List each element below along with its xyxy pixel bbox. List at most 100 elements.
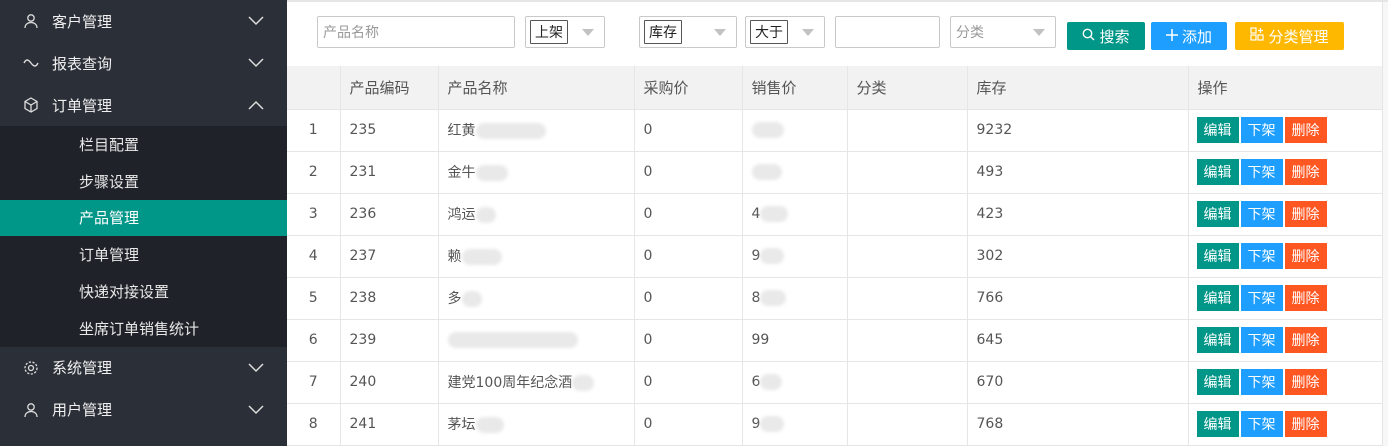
chevron-down-icon [247, 12, 265, 30]
menu-group-label: 客户管理 [52, 12, 113, 31]
edit-button[interactable]: 编辑 [1196, 201, 1239, 227]
user-icon [22, 401, 40, 419]
cell-purchase-price: 0 [634, 109, 743, 152]
edit-button[interactable]: 编辑 [1196, 117, 1239, 143]
cell-actions: 编辑 下架 删除 [1188, 319, 1383, 362]
cell-category [847, 403, 968, 446]
stock-field-select[interactable]: 库存 [639, 16, 737, 48]
sidebar-item-product-management[interactable]: 产品管理 [0, 199, 287, 237]
cell-index-text: 8 [308, 416, 318, 432]
redacted-blur [475, 417, 504, 433]
take-down-button[interactable]: 下架 [1240, 285, 1283, 311]
stock-field-value: 库存 [644, 20, 682, 44]
cell-index: 4 [287, 235, 341, 278]
menu-group-customer[interactable]: 客户管理 [0, 0, 287, 42]
cell-index: 7 [287, 361, 341, 404]
category-manage-button[interactable]: 分类管理 [1235, 22, 1344, 50]
menu-group-orders[interactable]: 订单管理 [0, 84, 287, 126]
category-select[interactable]: 分类 [950, 16, 1056, 48]
caret-down-icon [582, 29, 594, 36]
redacted-blur [475, 123, 546, 139]
cell-code-text: 238 [349, 290, 377, 306]
product-name-input[interactable]: 产品名称 [317, 16, 515, 48]
cell-name: 赖 [438, 235, 635, 278]
search-button[interactable]: 搜索 [1067, 22, 1145, 50]
sidebar-item-column-config[interactable]: 栏目配置 [0, 126, 287, 163]
edit-button[interactable]: 编辑 [1196, 159, 1239, 185]
cell-name-text: 茅坛 [447, 417, 476, 433]
menu-group-label: 系统管理 [52, 359, 113, 378]
cell-stock: 768 [967, 403, 1189, 446]
cell-name-text: 多 [447, 291, 462, 307]
delete-button[interactable]: 删除 [1284, 411, 1327, 437]
cell-code: 231 [340, 151, 439, 194]
gear-icon [22, 359, 40, 377]
redacted-blur [751, 164, 782, 180]
sidebar: 客户管理 报表查询 订单管理 栏目配置 步骤设置 产品管理 订单管理 快递对接设… [0, 0, 287, 446]
cell-name-text: 鸿运 [447, 207, 476, 223]
cell-sale-price-text: 4 [751, 206, 761, 222]
caret-down-icon [1033, 29, 1045, 36]
edit-button[interactable]: 编辑 [1196, 411, 1239, 437]
cell-actions: 编辑 下架 删除 [1188, 235, 1383, 278]
stock-value-input[interactable] [835, 16, 940, 48]
sidebar-item-step-settings[interactable]: 步骤设置 [0, 163, 287, 200]
cell-actions: 编辑 下架 删除 [1188, 361, 1383, 404]
take-down-button[interactable]: 下架 [1240, 201, 1283, 227]
cell-sale-price-text: 99 [751, 332, 770, 348]
table-row: 5 238 多 0 8 766 编辑 下架 删除 [287, 277, 1383, 320]
delete-button[interactable]: 删除 [1284, 201, 1327, 227]
sidebar-item-express-settings[interactable]: 快递对接设置 [0, 273, 287, 310]
delete-button[interactable]: 删除 [1284, 243, 1327, 269]
scrollbar-strip[interactable] [1382, 2, 1388, 446]
edit-button[interactable]: 编辑 [1196, 285, 1239, 311]
category-placeholder: 分类 [956, 25, 984, 41]
chevron-down-icon [247, 401, 265, 419]
cell-stock-text: 302 [976, 248, 1004, 264]
cell-index-text: 3 [308, 206, 318, 222]
delete-button[interactable]: 删除 [1284, 117, 1327, 143]
cell-stock-text: 423 [976, 206, 1004, 222]
edit-button[interactable]: 编辑 [1196, 327, 1239, 353]
take-down-button[interactable]: 下架 [1240, 159, 1283, 185]
cell-sale-price: 6 [742, 361, 848, 404]
menu-group-users[interactable]: 用户管理 [0, 389, 287, 431]
status-select[interactable]: 上架 [525, 16, 605, 48]
cell-sale-price-text: 9 [751, 248, 761, 264]
redacted-blur [760, 206, 789, 222]
search-icon [1082, 27, 1095, 45]
cell-category [847, 277, 968, 320]
cell-stock: 493 [967, 151, 1189, 194]
take-down-button[interactable]: 下架 [1240, 411, 1283, 437]
delete-button[interactable]: 删除 [1284, 159, 1327, 185]
add-button[interactable]: 添加 [1151, 22, 1227, 50]
menu-group-system[interactable]: 系统管理 [0, 347, 287, 389]
take-down-button[interactable]: 下架 [1240, 117, 1283, 143]
delete-button[interactable]: 删除 [1284, 369, 1327, 395]
compare-select[interactable]: 大于 [745, 16, 825, 48]
cell-code: 239 [340, 319, 439, 362]
cell-index: 8 [287, 403, 341, 446]
edit-button[interactable]: 编辑 [1196, 369, 1239, 395]
take-down-button[interactable]: 下架 [1240, 327, 1283, 353]
menu-group-reports[interactable]: 报表查询 [0, 42, 287, 84]
cell-code-text: 239 [349, 332, 377, 348]
cell-code: 238 [340, 277, 439, 320]
take-down-button[interactable]: 下架 [1240, 243, 1283, 269]
cell-stock: 302 [967, 235, 1189, 278]
sidebar-item-seat-sales-stats[interactable]: 坐席订单销售统计 [0, 310, 287, 347]
delete-button[interactable]: 删除 [1284, 285, 1327, 311]
redacted-blur [447, 332, 578, 348]
cell-purchase-price: 0 [634, 319, 743, 362]
cell-stock: 670 [967, 361, 1189, 404]
sidebar-item-order-management[interactable]: 订单管理 [0, 236, 287, 273]
take-down-button[interactable]: 下架 [1240, 369, 1283, 395]
col-header-actions: 操作 [1188, 66, 1383, 110]
main-content: 产品名称 上架 库存 大于 分类 搜索 添加 分类管理 产品编码 产品名称 采购… [287, 0, 1388, 446]
cell-code: 241 [340, 403, 439, 446]
edit-button[interactable]: 编辑 [1196, 243, 1239, 269]
cell-index-text: 1 [308, 122, 318, 138]
compare-select-value: 大于 [750, 20, 788, 44]
delete-button[interactable]: 删除 [1284, 327, 1327, 353]
cell-name: 鸿运 [438, 193, 635, 236]
